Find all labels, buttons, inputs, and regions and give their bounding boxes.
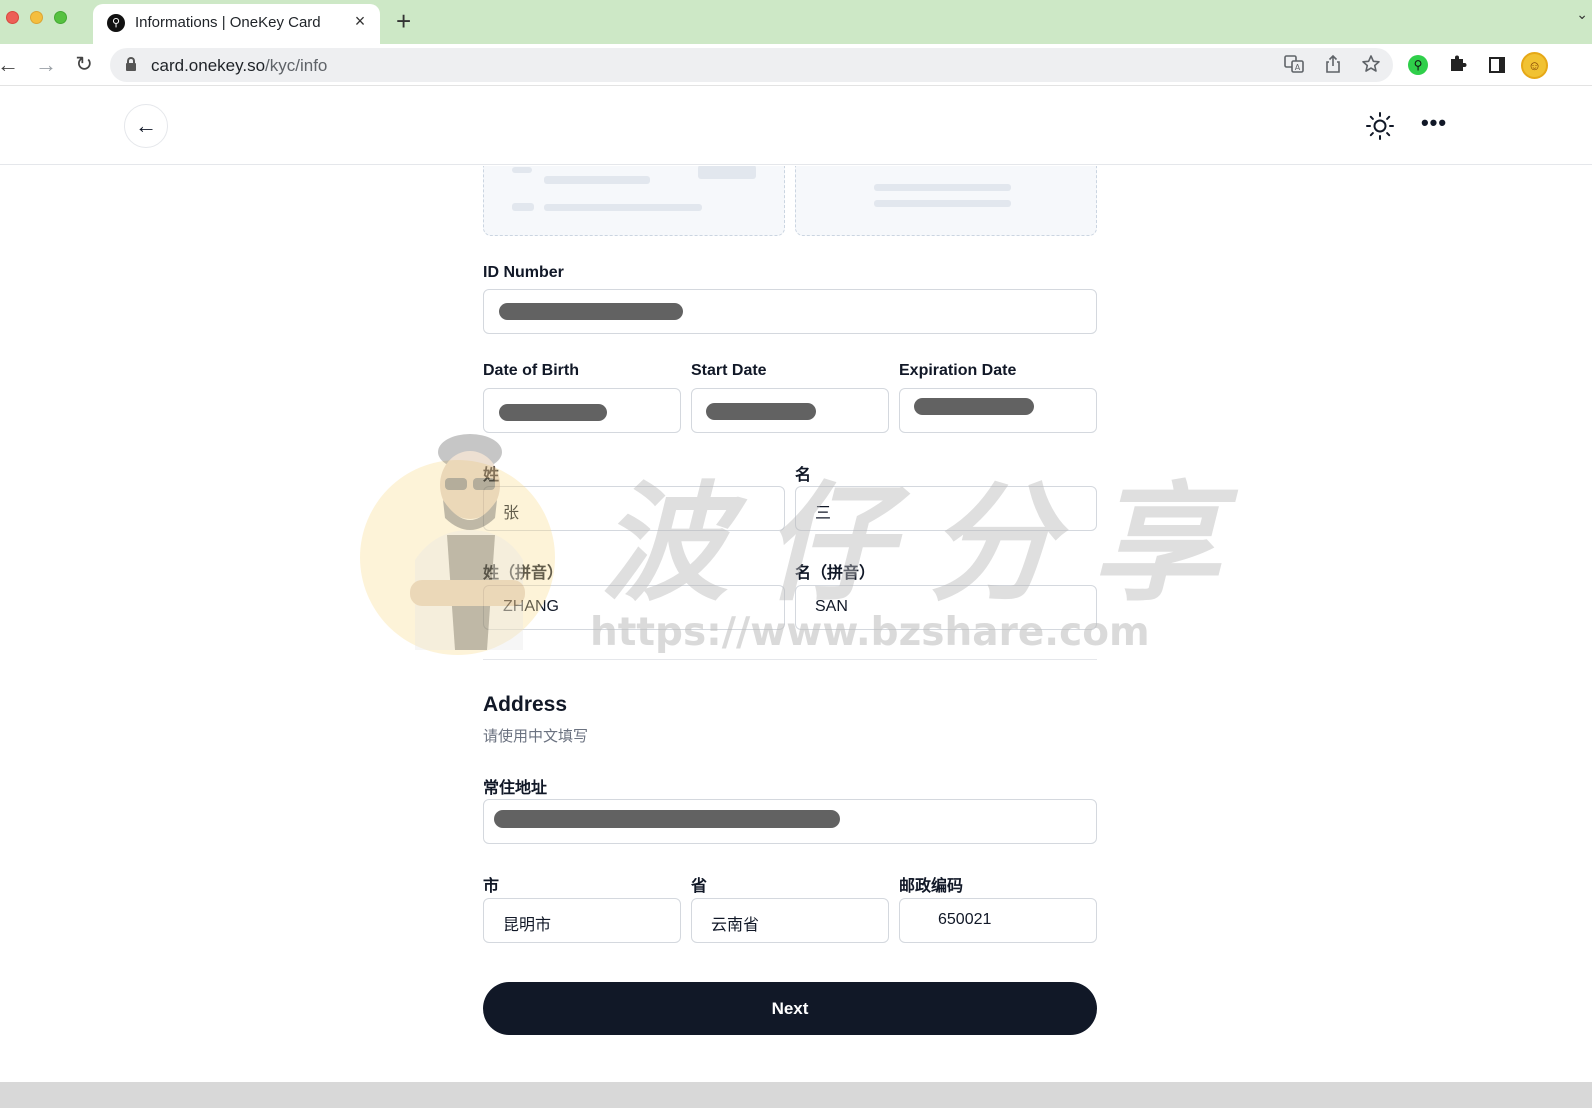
- street-address-input[interactable]: [483, 799, 1097, 844]
- tab-search-icon[interactable]: ⌄: [1576, 6, 1588, 23]
- address-bar[interactable]: card.onekey.so/kyc/info A: [110, 48, 1393, 82]
- theme-toggle-button[interactable]: [1362, 108, 1398, 144]
- given-name-value: 三: [815, 505, 832, 522]
- given-name-pinyin-label: 名（拼音）: [795, 565, 876, 582]
- browser-forward-icon[interactable]: →: [32, 51, 60, 79]
- postal-code-input[interactable]: 650021: [899, 898, 1097, 943]
- surname-pinyin-input[interactable]: ZHANG: [483, 585, 785, 630]
- onekey-logo-icon: ⚲: [107, 14, 125, 32]
- city-value: 昆明市: [503, 917, 552, 934]
- browser-toolbar: ← → ↻ card.onekey.so/kyc/info A ⚲ ☺: [0, 44, 1592, 86]
- id-back-upload-card[interactable]: [795, 166, 1097, 236]
- tab-close-icon[interactable]: ×: [350, 11, 370, 32]
- surname-value: 张: [503, 505, 520, 522]
- address-section-hint: 请使用中文填写: [483, 728, 589, 745]
- browser-tab[interactable]: ⚲ Informations | OneKey Card ×: [93, 4, 380, 44]
- redaction-mark: [499, 404, 607, 421]
- next-button[interactable]: Next: [483, 982, 1097, 1035]
- sun-icon: [1366, 112, 1394, 140]
- postal-code-label: 邮政编码: [899, 878, 964, 895]
- redaction-mark: [499, 303, 683, 320]
- translate-icon[interactable]: A: [1283, 54, 1305, 76]
- redaction-mark: [706, 403, 816, 420]
- surname-pinyin-label: 姓（拼音）: [483, 565, 564, 582]
- lock-icon[interactable]: [126, 57, 136, 71]
- expiration-date-input[interactable]: [899, 388, 1097, 433]
- window-minimize-button[interactable]: [30, 11, 43, 24]
- city-label: 市: [483, 878, 500, 895]
- given-name-label: 名: [795, 467, 812, 484]
- date-of-birth-label: Date of Birth: [483, 362, 579, 379]
- share-icon[interactable]: [1322, 54, 1344, 76]
- bookmark-star-icon[interactable]: [1360, 54, 1382, 76]
- browser-tab-bar: ⚲ Informations | OneKey Card × + ⌄: [0, 0, 1592, 44]
- province-value: 云南省: [711, 917, 760, 934]
- street-address-label: 常住地址: [483, 780, 548, 797]
- redaction-mark: [494, 810, 840, 828]
- back-button[interactable]: ←: [124, 104, 168, 148]
- province-input[interactable]: 云南省: [691, 898, 889, 943]
- profile-avatar-icon[interactable]: ☺: [1521, 52, 1548, 79]
- id-number-label: ID Number: [483, 264, 564, 281]
- province-label: 省: [691, 878, 708, 895]
- surname-label: 姓: [483, 467, 500, 484]
- puzzle-icon[interactable]: [1446, 53, 1470, 77]
- kyc-form: ID Number Date of Birth Start Date Expir…: [0, 166, 1592, 1082]
- surname-input[interactable]: 张: [483, 486, 785, 531]
- section-divider: [483, 659, 1097, 660]
- tab-title: Informations | OneKey Card: [135, 14, 321, 31]
- new-tab-button[interactable]: +: [396, 6, 411, 36]
- side-panel-icon[interactable]: [1485, 53, 1509, 77]
- reload-icon[interactable]: ↻: [70, 51, 98, 79]
- postal-code-value: 650021: [938, 911, 992, 928]
- address-section-title: Address: [483, 693, 568, 716]
- surname-pinyin-value: ZHANG: [503, 598, 559, 615]
- city-input[interactable]: 昆明市: [483, 898, 681, 943]
- more-options-button[interactable]: •••: [1416, 108, 1452, 144]
- start-date-input[interactable]: [691, 388, 889, 433]
- given-name-pinyin-input[interactable]: SAN: [795, 585, 1097, 630]
- window-zoom-button[interactable]: [54, 11, 67, 24]
- window-bottom-edge: [0, 1082, 1592, 1108]
- date-of-birth-input[interactable]: [483, 388, 681, 433]
- svg-text:A: A: [1295, 63, 1301, 72]
- id-front-upload-card[interactable]: [483, 166, 785, 236]
- onekey-extension-icon[interactable]: ⚲: [1408, 55, 1428, 75]
- id-number-input[interactable]: [483, 289, 1097, 334]
- given-name-input[interactable]: 三: [795, 486, 1097, 531]
- browser-back-icon[interactable]: ←: [0, 51, 22, 79]
- redaction-mark: [914, 398, 1034, 415]
- start-date-label: Start Date: [691, 362, 767, 379]
- expiration-date-label: Expiration Date: [899, 362, 1017, 379]
- url-text[interactable]: card.onekey.so/kyc/info: [151, 56, 327, 76]
- window-close-button[interactable]: [6, 11, 19, 24]
- given-name-pinyin-value: SAN: [815, 598, 848, 615]
- app-header: ← •••: [0, 87, 1592, 165]
